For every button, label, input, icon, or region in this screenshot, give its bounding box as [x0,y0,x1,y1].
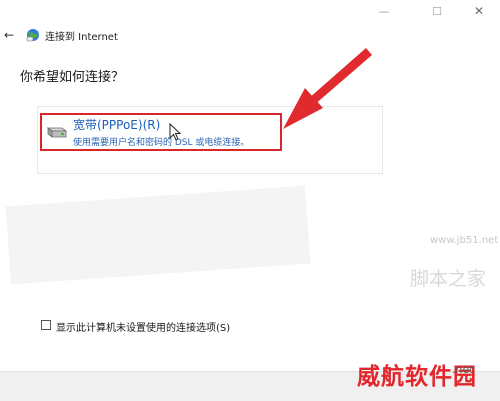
blurred-region [5,185,311,285]
watermark-brand: 脚本之家 [410,268,487,290]
maximize-icon: ☐ [432,4,442,18]
show-options-checkbox[interactable] [41,320,51,330]
option-title: 宽带(PPPoE)(R) [73,118,161,132]
annotation-arrow-shaft [300,48,372,112]
mouse-pointer-icon [169,123,181,141]
wizard-nav: ← 连接到 Internet [0,26,300,44]
title-bar: — ☐ ✕ [0,0,500,24]
close-icon: ✕ [473,4,485,18]
broadband-pppoe-option[interactable]: 宽带(PPPoE)(R) 使用需要用户名和密码的 DSL 或电缆连接。 [40,113,282,151]
close-button[interactable]: ✕ [456,0,500,22]
watermark-site-suffix: .net [452,363,474,376]
broadband-modem-icon [46,127,67,138]
page-heading: 你希望如何连接？ [20,70,125,85]
back-arrow-icon: ← [4,28,15,42]
maximize-button[interactable]: ☐ [414,0,460,22]
option-description: 使用需要用户名和密码的 DSL 或电缆连接。 [73,138,250,148]
minimize-button[interactable]: — [361,0,407,22]
wizard-title: 连接到 Internet [45,32,118,43]
show-unconfigured-options[interactable]: 显示此计算机未设置使用的连接选项(S) [41,319,361,334]
checkbox-label: 显示此计算机未设置使用的连接选项(S) [56,323,231,334]
watermark-url: www.jb51.net [430,235,499,246]
minimize-icon: — [378,4,390,18]
back-button[interactable]: ← [4,26,18,44]
network-globe-icon [26,29,39,42]
